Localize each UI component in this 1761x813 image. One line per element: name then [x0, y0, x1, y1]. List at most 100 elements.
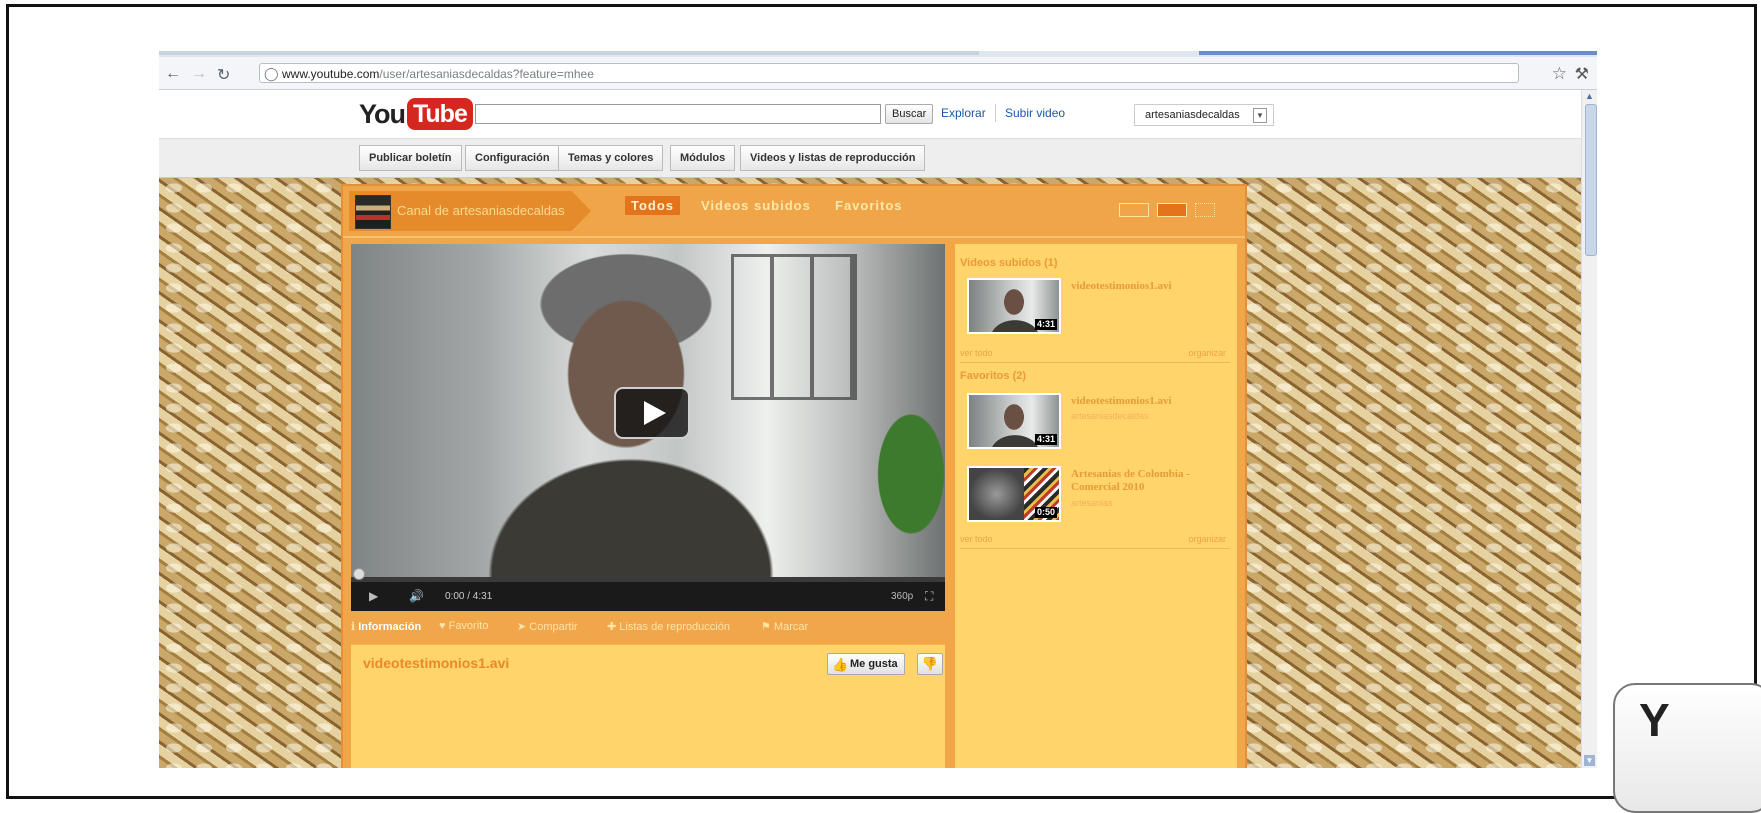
video-title[interactable]: videotestimonios1.avi: [363, 655, 509, 671]
user-menu[interactable]: artesaniasdecaldas ▼: [1134, 104, 1274, 126]
tab-all[interactable]: Todos: [625, 196, 681, 215]
tab-information-label: Información: [358, 621, 422, 633]
reload-icon[interactable]: ↻: [217, 65, 230, 85]
publish-bulletin-button[interactable]: Publicar boletín: [359, 145, 462, 171]
thumbs-up-icon: 👍: [832, 657, 849, 672]
scroll-down-icon[interactable]: ▼: [1584, 755, 1595, 766]
browser-tab-active[interactable]: [1199, 51, 1597, 55]
header-divider: [995, 104, 996, 122]
tab-favorite-label: Favorito: [448, 620, 489, 632]
video-item-meta[interactable]: artesaniasdecaldas: [1071, 411, 1149, 421]
video-frame[interactable]: [351, 244, 945, 580]
play-icon[interactable]: ▶: [369, 589, 378, 603]
browser-tab[interactable]: [159, 51, 979, 55]
list-item[interactable]: 4:31 videotestimonios1.avi artesaniasdec…: [967, 393, 1227, 455]
grid-view-icon[interactable]: [1119, 203, 1149, 217]
url-input[interactable]: ◯ www.youtube.com/user/artesaniasdecalda…: [259, 63, 1519, 83]
corner-logo-text: Y: [1639, 694, 1670, 746]
channel-panel: Canal de artesaniasdecaldas Todos Videos…: [343, 186, 1245, 768]
tab-favorites[interactable]: Favoritos: [835, 198, 903, 213]
thumbs-down-icon: 👎: [921, 656, 939, 671]
wrench-icon[interactable]: ⚒: [1575, 64, 1589, 84]
uploaded-footer: ver todo organizar: [960, 348, 1230, 363]
tab-flag[interactable]: ⚑ Marcar: [761, 620, 808, 633]
uploaded-heading[interactable]: Videos subidos (1): [960, 257, 1058, 269]
favorites-footer: ver todo organizar: [960, 534, 1230, 549]
url-host: www.youtube.com: [282, 67, 380, 81]
browser-window: ← → ↻ ◯ www.youtube.com/user/artesaniasd…: [159, 51, 1597, 768]
like-label: Me gusta: [850, 658, 898, 670]
search-input[interactable]: [475, 104, 881, 124]
address-bar: ← → ↻ ◯ www.youtube.com/user/artesaniasd…: [159, 57, 1597, 90]
info-tabs: ℹ Información ♥ Favorito ➤ Compartir ✚ L…: [343, 616, 951, 638]
see-all-link[interactable]: ver todo: [960, 348, 993, 358]
tab-share-label: Compartir: [529, 621, 578, 633]
search-button[interactable]: Buscar: [885, 104, 934, 124]
video-thumbnail[interactable]: 4:31: [967, 393, 1061, 449]
video-item-title[interactable]: Artesanias de Colombia - Comercial 2010: [1071, 468, 1231, 494]
tab-flag-label: Marcar: [773, 621, 809, 633]
favorites-heading[interactable]: Favoritos (2): [960, 370, 1026, 382]
tab-favorite[interactable]: ♥ Favorito: [439, 620, 488, 632]
modules-button[interactable]: Módulos: [670, 145, 736, 171]
video-thumbnail[interactable]: 0:50: [967, 466, 1061, 522]
player-controls: ▶ 🔊 0:00 / 4:31 360p ⛶: [351, 568, 945, 611]
like-button[interactable]: 👍 Me gusta: [827, 653, 905, 675]
organize-link[interactable]: organizar: [1188, 534, 1226, 544]
explore-link[interactable]: Explorar: [941, 106, 986, 120]
video-player[interactable]: ▶ 🔊 0:00 / 4:31 360p ⛶: [351, 244, 945, 611]
channel-toolbar: Publicar boletín Configuración Temas y c…: [159, 139, 1581, 178]
list-item[interactable]: 4:31 videotestimonios1.avi: [967, 278, 1227, 340]
volume-icon[interactable]: 🔊: [409, 589, 424, 603]
time-display: 0:00 / 4:31: [445, 591, 493, 602]
page-scrollbar[interactable]: ▲ ▼: [1581, 90, 1597, 768]
videos-playlists-button[interactable]: Videos y listas de reproducción: [740, 145, 926, 171]
tab-share[interactable]: ➤ Compartir: [517, 620, 578, 633]
tab-information[interactable]: ℹ Información: [351, 620, 421, 633]
video-item-title[interactable]: videotestimonios1.avi: [1071, 280, 1231, 293]
dislike-button[interactable]: 👎: [917, 653, 943, 675]
scrollbar-thumb[interactable]: [1585, 104, 1597, 256]
url-path: /user/artesaniasdecaldas?feature=mhee: [379, 67, 594, 81]
logo-you-text: You: [359, 98, 406, 129]
themes-colors-button[interactable]: Temas y colores: [558, 145, 664, 171]
player-view-icon[interactable]: [1157, 203, 1187, 217]
settings-button[interactable]: Configuración: [465, 145, 560, 171]
progress-bar[interactable]: [351, 568, 945, 582]
organize-link[interactable]: organizar: [1188, 348, 1226, 358]
see-all-link[interactable]: ver todo: [960, 534, 993, 544]
scroll-up-icon[interactable]: ▲: [1585, 91, 1594, 101]
youtube-header: You Tube Buscar Explorar Subir video art…: [159, 90, 1581, 139]
username-label: artesaniasdecaldas: [1145, 109, 1240, 121]
video-item-title[interactable]: videotestimonios1.avi: [1071, 395, 1231, 408]
corner-logo: Y: [1613, 683, 1761, 813]
channel-title-block[interactable]: Canal de artesaniasdecaldas: [349, 191, 591, 231]
upload-video-link[interactable]: Subir video: [1005, 106, 1065, 120]
forward-arrow-icon[interactable]: →: [191, 65, 207, 83]
tab-uploaded-videos[interactable]: Videos subidos: [701, 198, 811, 213]
tab-playlists[interactable]: ✚ Listas de reproducción: [607, 620, 730, 633]
video-item-meta[interactable]: artesanias: [1071, 498, 1113, 508]
logo-tube-text: Tube: [407, 98, 473, 130]
back-arrow-icon[interactable]: ←: [165, 65, 181, 83]
list-view-icon[interactable]: [1195, 203, 1215, 217]
video-thumbnail[interactable]: 4:31: [967, 278, 1061, 334]
channel-header: Canal de artesaniasdecaldas Todos Videos…: [343, 186, 1245, 238]
avatar[interactable]: [355, 195, 391, 229]
bookmark-star-icon[interactable]: ☆: [1552, 64, 1567, 84]
youtube-logo[interactable]: You Tube: [359, 98, 473, 130]
fullscreen-icon[interactable]: ⛶: [925, 589, 933, 604]
globe-icon: ◯: [264, 66, 279, 81]
channel-title: Canal de artesaniasdecaldas: [397, 203, 565, 218]
tab-playlists-label: Listas de reproducción: [619, 621, 730, 633]
video-window-detail: [731, 254, 857, 400]
duration-badge: 4:31: [1034, 319, 1057, 330]
duration-badge: 0:50: [1034, 507, 1057, 518]
list-item[interactable]: 0:50 Artesanias de Colombia - Comercial …: [967, 466, 1227, 528]
scrubber-handle[interactable]: [353, 568, 365, 580]
chevron-down-icon[interactable]: ▼: [1253, 108, 1267, 123]
duration-badge: 4:31: [1034, 434, 1057, 445]
video-sidebar: Videos subidos (1) 4:31 videotestimonios…: [955, 244, 1237, 768]
play-button-icon[interactable]: [614, 387, 690, 439]
quality-selector[interactable]: 360p: [891, 591, 913, 602]
